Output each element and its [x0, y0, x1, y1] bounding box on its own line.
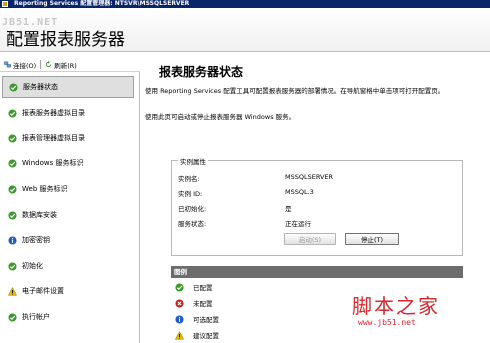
- header-banner: JB51.NET 配置报表服务器: [0, 8, 490, 52]
- sidebar-item-label: 加密密钥: [22, 236, 50, 244]
- legend-item-optional: 可选配置: [175, 313, 219, 325]
- prop-label-initialized: 已初始化:: [178, 205, 207, 213]
- app-icon: [2, 1, 8, 7]
- check-icon: [9, 82, 18, 92]
- window-title: Reporting Services 配置管理器: NTSVR\MSSQLSER…: [14, 0, 190, 7]
- group-title: 实例属性: [178, 156, 208, 166]
- sidebar-item-label: 报表管理器虚拟目录: [22, 134, 85, 142]
- refresh-icon: [46, 61, 52, 68]
- sidebar-item-label: 电子邮件设置: [22, 287, 64, 295]
- prop-value-service-status: 正在运行: [285, 220, 311, 228]
- toolbar: 连接(O) 刷新(R): [0, 58, 140, 72]
- connect-button[interactable]: 连接(O): [4, 60, 36, 70]
- page-title: 配置报表服务器: [6, 30, 125, 50]
- sidebar-item-email-settings[interactable]: 电子邮件设置: [2, 280, 134, 302]
- check-icon: [8, 158, 17, 168]
- info-icon: [8, 235, 17, 245]
- prop-value-instance-name: MSSQLSERVER: [285, 173, 334, 181]
- legend-label: 建议配置: [193, 332, 219, 340]
- prop-label-instance-id: 实例 ID:: [178, 190, 203, 198]
- legend-item-configured: 已配置: [175, 281, 213, 293]
- check-icon: [8, 108, 17, 118]
- instance-properties-group: 实例属性 实例名: MSSQLSERVER 实例 ID: MSSQL.3 已初始…: [171, 156, 463, 256]
- refresh-label: 刷新(R): [54, 61, 77, 70]
- check-icon: [8, 133, 17, 143]
- stop-button[interactable]: 停止(T): [345, 233, 399, 245]
- sidebar-item-label: 数据库安装: [22, 211, 57, 219]
- sidebar-item-label: 服务器状态: [23, 83, 58, 91]
- toolbar-separator: [40, 60, 42, 69]
- warning-icon: [174, 330, 185, 340]
- prop-label-service-status: 服务状态:: [178, 220, 207, 228]
- error-icon: [175, 298, 184, 308]
- check-icon: [8, 210, 17, 220]
- sidebar-item-web-service-identity[interactable]: Web 服务标识: [2, 178, 134, 200]
- connect-label: 连接(O): [13, 61, 37, 70]
- sidebar-nav: 服务器状态 报表服务器虚拟目录 报表管理器虚拟目录 Windows 服务标识 W…: [0, 72, 140, 343]
- description-text: 使用 Reporting Services 配置工具可配置报表服务器的部署情况。…: [145, 87, 445, 95]
- legend-label: 未配置: [193, 300, 213, 308]
- info-icon: [175, 314, 184, 324]
- prop-label-instance-name: 实例名:: [178, 175, 200, 183]
- sidebar-item-label: Windows 服务标识: [22, 159, 84, 167]
- sidebar-item-server-status[interactable]: 服务器状态: [2, 76, 134, 98]
- sidebar-item-execution-account[interactable]: 执行帐户: [2, 306, 134, 328]
- prop-value-instance-id: MSSQL.3: [285, 188, 314, 196]
- legend-item-recommended: 建议配置: [174, 329, 219, 341]
- start-button[interactable]: 启动(S): [284, 233, 336, 245]
- sidebar-item-encryption-keys[interactable]: 加密密钥: [2, 229, 134, 251]
- sidebar-item-label: 报表服务器虚拟目录: [22, 109, 85, 117]
- section-title: 报表服务器状态: [159, 65, 244, 79]
- check-icon: [175, 282, 184, 292]
- sidebar-item-database-setup[interactable]: 数据库安装: [2, 204, 134, 226]
- legend-header: 图例: [171, 266, 463, 278]
- sidebar-item-initialization[interactable]: 初始化: [2, 255, 134, 277]
- legend-label: 可选配置: [193, 316, 219, 324]
- legend-item-not-configured: 未配置: [175, 297, 213, 309]
- warning-icon: [7, 286, 18, 296]
- prop-value-initialized: 是: [285, 205, 292, 213]
- check-icon: [8, 312, 17, 322]
- description-text-2: 使用此页可启动或停止报表服务器 Windows 服务。: [145, 113, 296, 121]
- sidebar-item-report-server-vdir[interactable]: 报表服务器虚拟目录: [2, 102, 134, 124]
- check-icon: [8, 184, 17, 194]
- watermark-url: www.jb51.net: [358, 318, 416, 327]
- check-icon: [8, 261, 17, 271]
- sidebar-item-label: 初始化: [22, 262, 43, 270]
- refresh-button[interactable]: 刷新(R): [45, 60, 77, 70]
- window-titlebar: Reporting Services 配置管理器: NTSVR\MSSQLSER…: [0, 0, 490, 8]
- connect-icon: [4, 61, 11, 68]
- sidebar-item-label: 执行帐户: [22, 313, 50, 321]
- sidebar-item-label: Web 服务标识: [22, 185, 68, 193]
- legend-label: 已配置: [193, 284, 213, 292]
- sidebar-item-windows-service-identity[interactable]: Windows 服务标识: [2, 152, 134, 174]
- watermark-brand: 脚本之家: [352, 294, 440, 318]
- sidebar-item-report-manager-vdir[interactable]: 报表管理器虚拟目录: [2, 127, 134, 149]
